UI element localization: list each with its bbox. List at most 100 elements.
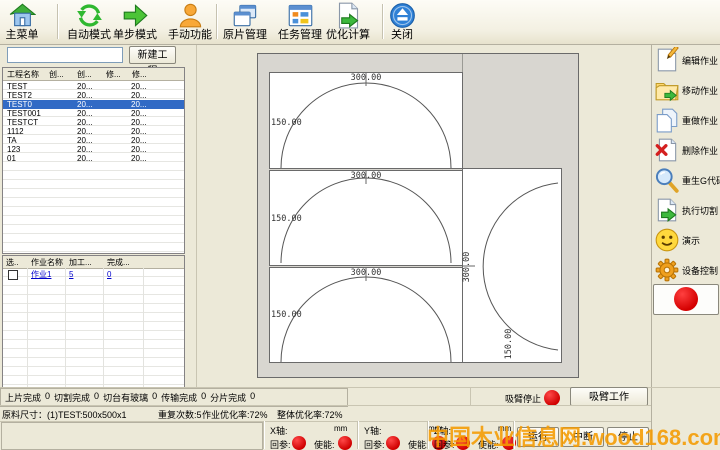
sidebar-item-device-control[interactable]: 设备控制	[654, 255, 720, 285]
home-icon	[9, 2, 36, 29]
message-pane	[1, 422, 263, 450]
emergency-stop-button[interactable]	[653, 284, 719, 315]
col-header-select[interactable]: 选..	[6, 257, 18, 268]
axis-ref-indicator	[456, 436, 470, 450]
col-header-job-name[interactable]: 作业名称	[31, 257, 63, 268]
status-label: 切割完成	[54, 391, 90, 404]
column-line	[103, 268, 104, 387]
project-row-selected[interactable]: TEST0 20... 20...	[3, 100, 184, 109]
cell-created: 20...	[77, 136, 93, 145]
toolbar-item-step-mode[interactable]: 单步模式	[112, 1, 158, 43]
dimension-label-height: 150.00	[271, 118, 302, 128]
col-header-modified-1[interactable]: 修...	[106, 69, 121, 80]
col-header-modified-2[interactable]: 修...	[132, 69, 147, 80]
interrupt-button[interactable]: 中断	[562, 427, 604, 447]
sheet-manage-icon	[232, 2, 259, 29]
sidebar-item-label: 重做作业	[682, 114, 718, 127]
arm-stop-label: 吸臂停止	[505, 392, 541, 405]
dimension-label-width: 300.00	[462, 252, 472, 283]
toolbar-item-auto-mode[interactable]: 自动模式	[66, 1, 112, 43]
cell-created: 20...	[77, 154, 93, 163]
job-done-link[interactable]: 0	[107, 269, 111, 280]
toolbar-item-optimize[interactable]: 优化计算	[325, 1, 371, 43]
cell-created: 20...	[77, 127, 93, 136]
app-window: 主菜单 自动模式 单步模式 手动功能 原片管理	[0, 0, 720, 450]
regen-gcode-icon	[654, 167, 680, 193]
arm-status-indicator	[544, 390, 560, 406]
status-label: 上片完成	[5, 391, 41, 404]
project-row[interactable]: TEST2 20... 20...	[3, 91, 184, 100]
cell-modified: 20...	[131, 154, 147, 163]
cell-modified: 20...	[131, 145, 147, 154]
toolbar-item-label: 手动功能	[168, 29, 212, 42]
cell-project-name: TEST0	[7, 100, 32, 109]
col-header-created-1[interactable]: 创...	[49, 69, 64, 80]
toolbar-item-task-manage[interactable]: 任务管理	[277, 1, 323, 43]
job-row[interactable]: 作业1 5 0	[3, 269, 184, 280]
cell-modified: 20...	[131, 82, 147, 91]
col-header-created-2[interactable]: 创...	[77, 69, 92, 80]
cell-project-name: TEST2	[7, 91, 32, 100]
project-row[interactable]: TEST001 20... 20...	[3, 109, 184, 118]
sidebar-item-demo[interactable]: 演示	[654, 225, 720, 255]
move-job-icon	[654, 77, 680, 103]
project-row[interactable]: TESTCT 20... 20...	[3, 118, 184, 127]
axis-name: Z轴:	[434, 424, 451, 437]
sidebar-item-move-job[interactable]: 移动作业	[654, 75, 720, 105]
job-name-link[interactable]: 作业1	[31, 269, 51, 280]
cell-project-name: TA	[7, 136, 17, 145]
sidebar-item-execute-cut[interactable]: 执行切割	[654, 195, 720, 225]
project-row[interactable]: 1112 20... 20...	[3, 127, 184, 136]
sidebar-item-regen-gcode[interactable]: 重生G代码	[654, 165, 720, 195]
cell-modified: 20...	[131, 100, 147, 109]
cell-project-name: 01	[7, 154, 16, 163]
dimension-label-width: 300.00	[351, 73, 382, 83]
step-mode-icon	[122, 2, 149, 29]
job-select-checkbox[interactable]	[8, 270, 18, 280]
run-button[interactable]: 运行	[517, 427, 559, 447]
toolbar-item-label: 单步模式	[113, 29, 157, 42]
axis-enable-indicator	[338, 436, 352, 450]
red-indicator-icon	[674, 287, 698, 311]
project-row[interactable]: TA 20... 20...	[3, 136, 184, 145]
toolbar-item-sheet-manage[interactable]: 原片管理	[222, 1, 268, 43]
auto-mode-icon	[76, 2, 103, 29]
axis-unit: mm	[334, 424, 347, 433]
cutting-layout-canvas[interactable]: 300.00 150.00 300.00 150.00 300.00 150.0…	[257, 53, 579, 378]
toolbar-item-main-menu[interactable]: 主菜单	[0, 1, 44, 43]
project-row[interactable]: 123 20... 20...	[3, 145, 184, 154]
job-process-link[interactable]: 5	[69, 269, 73, 280]
col-header-project-name[interactable]: 工程名称	[7, 69, 39, 80]
project-row[interactable]: TEST 20... 20...	[3, 82, 184, 91]
arm-work-button[interactable]: 吸臂工作	[570, 387, 648, 406]
new-project-button[interactable]: 新建工程	[129, 46, 176, 64]
toolbar-item-manual-function[interactable]: 手动功能	[167, 1, 213, 43]
cell-project-name: TESTCT	[7, 118, 38, 127]
sidebar-item-redo-job[interactable]: 重做作业	[654, 105, 720, 135]
sidebar-item-label: 移动作业	[682, 84, 718, 97]
projects-table: 工程名称 创... 创... 修... 修... TEST 20... 20..…	[2, 67, 185, 254]
col-header-done[interactable]: 完成...	[107, 257, 130, 268]
job-actions-sidebar: 编辑作业 移动作业 重做作业 删除作业 重生G代码	[651, 45, 720, 450]
stop-button[interactable]: 停止	[607, 427, 649, 447]
close-icon	[389, 2, 416, 29]
sidebar-item-edit-job[interactable]: 编辑作业	[654, 45, 720, 75]
cell-modified: 20...	[131, 136, 147, 145]
axis-enable-label: 使能:	[478, 438, 499, 450]
cell-created: 20...	[77, 100, 93, 109]
toolbar-separator	[216, 4, 218, 39]
col-header-process[interactable]: 加工...	[69, 257, 92, 268]
toolbar-item-label: 优化计算	[326, 29, 370, 42]
dimension-label-height: 150.00	[271, 214, 302, 224]
toolbar-item-close[interactable]: 关闭	[385, 1, 419, 43]
project-row[interactable]: 01 20... 20...	[3, 154, 184, 163]
divider	[263, 421, 265, 449]
machine-control-bar: X轴: mm 回参: 使能: Y轴: mm 回参: 使能: Z轴: mm 回参:…	[0, 420, 720, 450]
axis-unit: mm	[498, 424, 511, 433]
project-name-input[interactable]	[7, 47, 123, 63]
sidebar-item-delete-job[interactable]: 删除作业	[654, 135, 720, 165]
status-value: 0	[45, 391, 50, 404]
toolbar-item-label: 自动模式	[67, 29, 111, 42]
toolbar-item-label: 关闭	[391, 29, 413, 42]
divider	[357, 421, 359, 449]
